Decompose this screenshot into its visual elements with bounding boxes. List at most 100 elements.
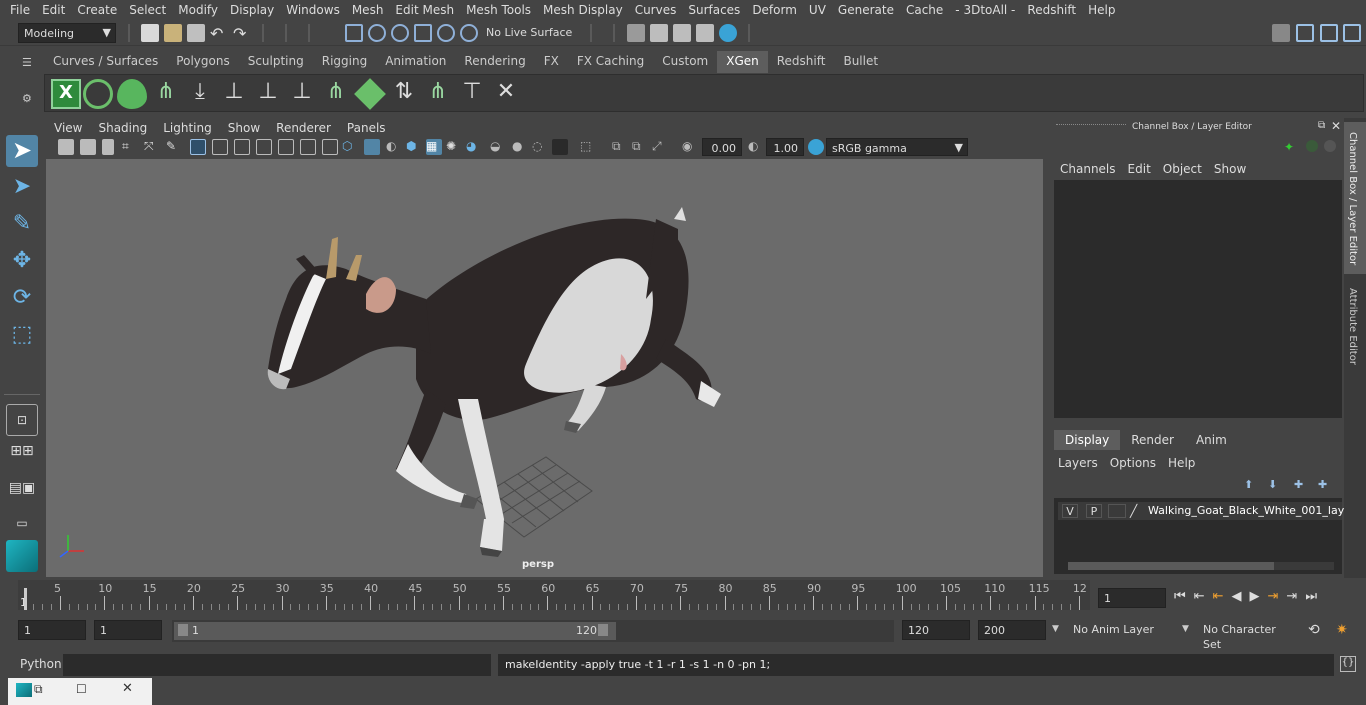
- bookmark-icon[interactable]: [102, 139, 114, 155]
- shelf-tab-fx-caching[interactable]: FX Caching: [568, 51, 653, 73]
- render-settings-icon[interactable]: [696, 24, 714, 42]
- safe-action-icon[interactable]: [300, 139, 316, 155]
- step-back-key-icon[interactable]: ⇤: [1213, 589, 1224, 604]
- step-forward-key-icon[interactable]: ⇥: [1268, 589, 1279, 604]
- isolate-select-icon[interactable]: [552, 139, 568, 155]
- step-forward-icon[interactable]: ⇥: [1286, 589, 1297, 604]
- lock-guides-icon[interactable]: ⊥: [287, 79, 317, 109]
- current-frame-field[interactable]: 1: [1098, 588, 1166, 608]
- script-language-button[interactable]: Python: [20, 657, 62, 671]
- 2d-pan-icon[interactable]: ⤧: [144, 139, 160, 155]
- xray-joints-icon[interactable]: ⧉: [612, 139, 628, 155]
- interactive-groom-icon[interactable]: [117, 79, 147, 109]
- layout-outliner-icon[interactable]: ▤▣: [6, 480, 38, 512]
- open-scene-icon[interactable]: [164, 24, 182, 42]
- xray-icon[interactable]: ⬚: [580, 139, 596, 155]
- float-icon[interactable]: ⧉: [1318, 120, 1325, 131]
- gate-mask-icon[interactable]: [256, 139, 272, 155]
- film-gate-icon[interactable]: [212, 139, 228, 155]
- layer-tab-display[interactable]: Display: [1054, 430, 1121, 450]
- snap-projected-icon[interactable]: [414, 24, 432, 42]
- camera-attributes-icon[interactable]: [80, 139, 96, 155]
- grid-toggle-icon[interactable]: [190, 139, 206, 155]
- channel-menu-channels[interactable]: Channels: [1054, 160, 1122, 178]
- step-back-icon[interactable]: ⇤: [1194, 589, 1205, 604]
- menu-mesh-tools[interactable]: Mesh Tools: [460, 3, 537, 17]
- lasso-tool-icon[interactable]: ➤: [6, 172, 38, 204]
- xray-active-icon[interactable]: ⧉: [632, 139, 648, 155]
- layer-tab-anim[interactable]: Anim: [1185, 430, 1238, 450]
- colorspace-dropdown[interactable]: sRGB gamma ▼: [826, 138, 968, 156]
- menu-edit-mesh[interactable]: Edit Mesh: [389, 3, 460, 17]
- camera-icon[interactable]: [58, 139, 74, 155]
- layer-row[interactable]: V P ╱ Walking_Goat_Black_White_001_laye: [1058, 502, 1351, 520]
- new-layer-icon[interactable]: ✚: [1294, 478, 1303, 491]
- shelf-tab-rigging[interactable]: Rigging: [313, 51, 376, 73]
- workspace-icon[interactable]: [1272, 24, 1290, 42]
- channel-menu-edit[interactable]: Edit: [1122, 160, 1157, 178]
- shelf-settings-icon[interactable]: ⚙: [22, 92, 34, 105]
- safe-title-icon[interactable]: [322, 139, 338, 155]
- play-backwards-icon[interactable]: ◀: [1232, 589, 1242, 604]
- viewport-menu-view[interactable]: View: [46, 120, 90, 138]
- textured-icon[interactable]: ⬢: [406, 139, 422, 155]
- menu-file[interactable]: File: [4, 3, 36, 17]
- menu-select[interactable]: Select: [123, 3, 172, 17]
- density-icon[interactable]: [354, 78, 386, 110]
- viewport-menu-show[interactable]: Show: [220, 120, 268, 138]
- place-guides-icon[interactable]: ⤓: [185, 79, 215, 109]
- menu-uv[interactable]: UV: [803, 3, 832, 17]
- scene-end-field[interactable]: 200: [978, 620, 1046, 640]
- shelf-tab-redshift[interactable]: Redshift: [768, 51, 835, 73]
- layer-menu-layers[interactable]: Layers: [1058, 456, 1106, 470]
- go-to-start-icon[interactable]: ⏮: [1174, 589, 1186, 604]
- shelf-tab-polygons[interactable]: Polygons: [167, 51, 238, 73]
- restore-icon[interactable]: ⧉: [34, 682, 43, 697]
- shelf-tab-custom[interactable]: Custom: [653, 51, 717, 73]
- shelf-tab-sculpting[interactable]: Sculpting: [239, 51, 313, 73]
- playback-end-field[interactable]: 120: [902, 620, 970, 640]
- maya-logo-icon[interactable]: [6, 540, 38, 572]
- paint-select-icon[interactable]: ✎: [6, 209, 38, 241]
- script-editor-icon[interactable]: {}: [1340, 656, 1356, 672]
- shelf-menu-icon[interactable]: ☰: [22, 56, 34, 69]
- range-slider-track[interactable]: 1 120: [172, 620, 894, 642]
- auto-key-icon[interactable]: ⟲: [1308, 622, 1320, 638]
- channel-menu-show[interactable]: Show: [1208, 160, 1252, 178]
- current-time-marker[interactable]: [24, 588, 27, 610]
- menu-display[interactable]: Display: [224, 3, 280, 17]
- menu-deform[interactable]: Deform: [746, 3, 803, 17]
- viewport-menu-renderer[interactable]: Renderer: [268, 120, 339, 138]
- channel-menu-object[interactable]: Object: [1157, 160, 1208, 178]
- character-set-dropdown[interactable]: No Character Set: [1198, 620, 1298, 651]
- move-tool-icon[interactable]: ✥: [6, 246, 38, 278]
- gamma-icon[interactable]: ◐: [748, 139, 764, 155]
- backface-icon[interactable]: ⤢: [652, 139, 668, 155]
- exposure-field[interactable]: 0.00: [702, 138, 742, 156]
- mode-dropdown[interactable]: Modeling ▼: [18, 23, 116, 43]
- chevron-down-icon[interactable]: ▼: [1052, 624, 1059, 634]
- gamma-field[interactable]: 1.00: [766, 138, 804, 156]
- scene-start-field[interactable]: 1: [18, 620, 86, 640]
- viewport-menu-panels[interactable]: Panels: [339, 120, 394, 138]
- play-forwards-icon[interactable]: ▶: [1250, 589, 1260, 604]
- viewport-persp[interactable]: persp: [46, 159, 1043, 577]
- screen-space-ao-icon[interactable]: ◕: [466, 139, 482, 155]
- motion-blur-icon[interactable]: ◒: [490, 139, 506, 155]
- create-groom-icon[interactable]: ⋔: [151, 79, 181, 109]
- toggle-icon[interactable]: [1324, 140, 1336, 152]
- shadows-icon[interactable]: ✺: [446, 139, 462, 155]
- menu-modify[interactable]: Modify: [172, 3, 224, 17]
- scrollbar-thumb[interactable]: [1068, 562, 1274, 570]
- anim-prefs-icon[interactable]: ✷: [1336, 622, 1348, 638]
- viewport-menu-shading[interactable]: Shading: [90, 120, 155, 138]
- new-layer-selected-icon[interactable]: ✚: [1318, 478, 1327, 491]
- layout-single-icon[interactable]: ⊡: [6, 404, 38, 436]
- menu-create[interactable]: Create: [71, 3, 123, 17]
- playback-start-field[interactable]: 1: [94, 620, 162, 640]
- layer-visibility-toggle[interactable]: V: [1062, 504, 1078, 518]
- shelf-tab-xgen[interactable]: XGen: [717, 51, 768, 73]
- menu-mesh[interactable]: Mesh: [346, 3, 390, 17]
- toggle-channel-box-icon[interactable]: [1343, 24, 1361, 42]
- depth-of-field-icon[interactable]: ◌: [532, 139, 548, 155]
